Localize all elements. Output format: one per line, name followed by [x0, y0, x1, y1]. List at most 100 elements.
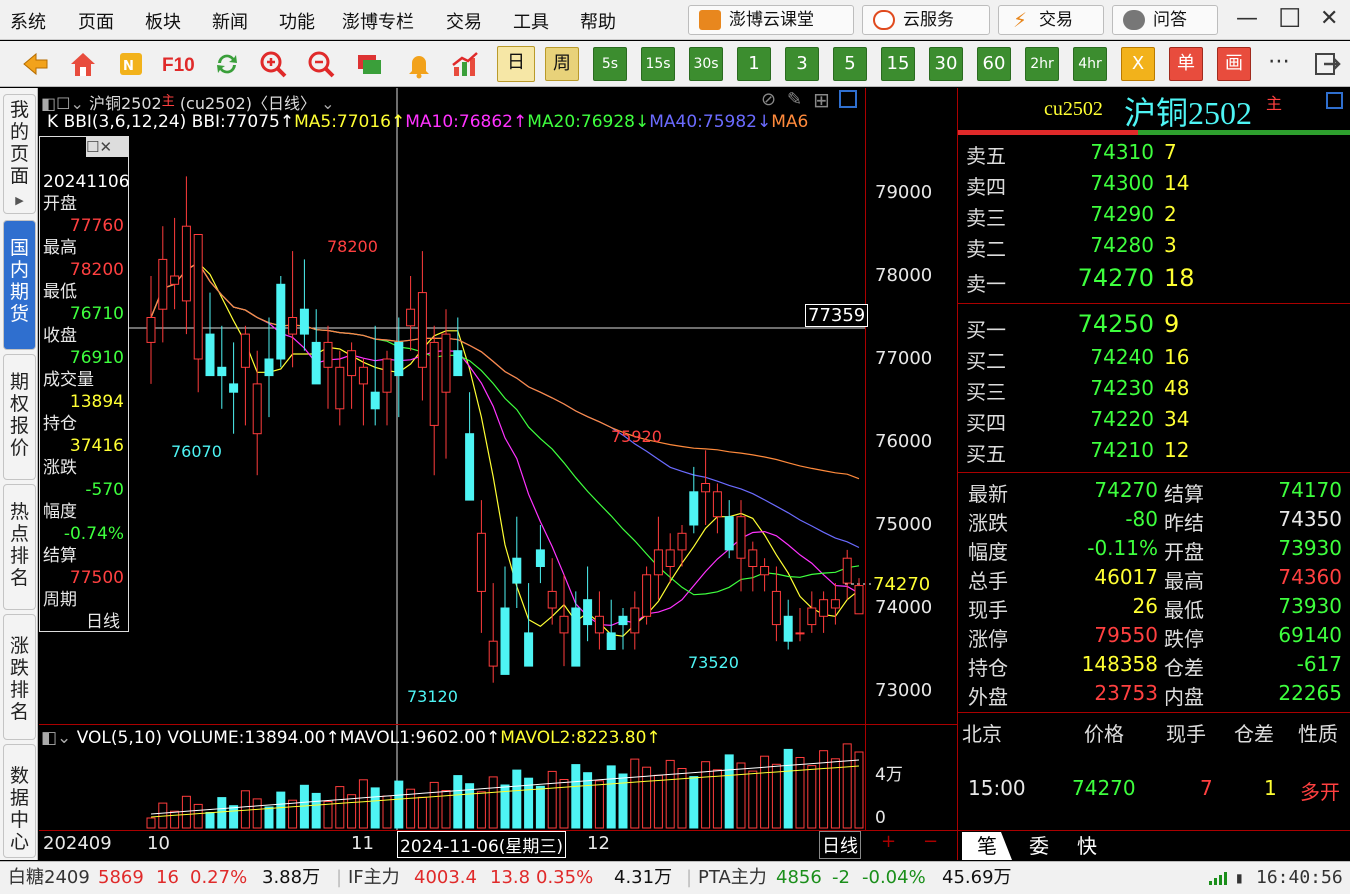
tab-orders[interactable]: 委 — [1014, 832, 1064, 860]
alert-bell-icon[interactable] — [404, 49, 434, 79]
period-day-button[interactable]: 日 — [497, 46, 535, 82]
period-30s-button[interactable]: 30s — [689, 47, 723, 81]
candle-body[interactable] — [370, 391, 380, 410]
candle-body[interactable] — [441, 333, 451, 393]
candle-body[interactable] — [465, 433, 475, 501]
pencil-icon[interactable]: ✎ — [787, 89, 802, 110]
candle-body[interactable] — [193, 234, 203, 360]
menu-system[interactable]: 系统 — [10, 8, 46, 34]
zoom-plus-icon[interactable]: + — [881, 831, 896, 852]
candle-body[interactable] — [547, 590, 557, 609]
menu-function[interactable]: 功能 — [279, 8, 315, 34]
sidebar-tab-domestic-futures[interactable]: 国内期货 — [3, 220, 36, 350]
restore-icon[interactable]: ☐ — [86, 138, 99, 156]
candle-body[interactable] — [606, 632, 616, 651]
period-60min-button[interactable]: 60 — [977, 47, 1011, 81]
nav-buttons-icon[interactable]: ◧☐⌄ — [41, 94, 84, 113]
candle-body[interactable] — [571, 607, 581, 667]
menu-news[interactable]: 新闻 — [212, 8, 248, 34]
sidebar-tab-hot-ranking[interactable]: 热点排名 — [3, 484, 36, 610]
more-icon[interactable]: ⋯ — [1268, 49, 1290, 74]
candle-body[interactable] — [323, 341, 333, 368]
menu-sector[interactable]: 板块 — [145, 8, 181, 34]
candle-body[interactable] — [677, 532, 687, 551]
candle-body[interactable] — [276, 283, 286, 360]
candle-body[interactable] — [524, 632, 534, 667]
candle-body[interactable] — [252, 383, 262, 435]
candle-body[interactable] — [535, 549, 545, 567]
grid-layout-icon[interactable]: ⊞ — [813, 88, 830, 112]
candle-body[interactable] — [819, 599, 829, 617]
maximize-icon[interactable]: ☐ — [1278, 4, 1301, 34]
f10-icon[interactable]: F10 — [162, 49, 198, 79]
candle-body[interactable] — [795, 632, 805, 635]
period-2hr-button[interactable]: 2hr — [1025, 47, 1059, 81]
trade-button[interactable]: ⚡ 交易 — [998, 5, 1104, 35]
candle-body[interactable] — [229, 383, 239, 393]
home-icon[interactable] — [68, 49, 98, 79]
single-button[interactable]: 单 — [1169, 47, 1203, 81]
candle-body[interactable] — [689, 491, 699, 526]
menu-help[interactable]: 帮助 — [580, 8, 616, 34]
period-30min-button[interactable]: 30 — [929, 47, 963, 81]
candle-body[interactable] — [712, 491, 722, 518]
menu-tools[interactable]: 工具 — [513, 8, 549, 34]
candle-body[interactable] — [347, 350, 357, 377]
period-4hr-button[interactable]: 4hr — [1073, 47, 1107, 81]
ticker-name[interactable]: 白糖2409 — [8, 862, 90, 894]
candle-body[interactable] — [181, 225, 191, 302]
draw-button[interactable]: 画 — [1217, 47, 1251, 81]
period-custom-button[interactable]: X — [1121, 47, 1155, 81]
candle-body[interactable] — [488, 640, 498, 667]
candle-body[interactable] — [299, 308, 309, 335]
tab-fast[interactable]: 快 — [1062, 832, 1112, 860]
candle-body[interactable] — [240, 333, 250, 368]
candle-body[interactable] — [500, 607, 510, 675]
candle-body[interactable] — [382, 358, 392, 393]
candle-body[interactable] — [158, 258, 168, 310]
candle-body[interactable] — [653, 549, 663, 576]
candle-body[interactable] — [311, 341, 321, 385]
candle-body[interactable] — [736, 516, 746, 559]
minimize-icon[interactable]: — — [1236, 6, 1258, 31]
zoom-minus-icon[interactable]: − — [923, 831, 938, 852]
ticker-name[interactable]: PTA主力 — [698, 862, 767, 894]
period-5min-button[interactable]: 5 — [833, 47, 867, 81]
candle-body[interactable] — [642, 574, 652, 617]
candle-body[interactable] — [724, 516, 734, 551]
candle-body[interactable] — [417, 292, 427, 368]
candle-body[interactable] — [205, 333, 215, 377]
menu-trade[interactable]: 交易 — [446, 8, 482, 34]
candle-body[interactable] — [618, 615, 628, 626]
dropdown-icon[interactable]: ⌄ — [321, 94, 334, 113]
vol-nav-icon[interactable]: ◧⌄ — [41, 728, 71, 748]
candle-body[interactable] — [335, 366, 345, 410]
period-1min-button[interactable]: 1 — [737, 47, 771, 81]
expand-icon[interactable] — [1326, 92, 1343, 109]
candle-body[interactable] — [830, 599, 840, 609]
close-icon[interactable]: ✕ — [1320, 6, 1338, 31]
candle-body[interactable] — [665, 549, 675, 567]
kline-chart-panel[interactable]: ◧☐⌄ 沪铜2502主 (cu2502)〈日线〉 ⌄ ⊘ ✎ ⊞ K BBI(3… — [39, 88, 957, 860]
pengbo-classroom-button[interactable]: 澎博云课堂 — [688, 5, 854, 35]
candle-body[interactable] — [288, 317, 298, 335]
candle-body[interactable] — [429, 341, 439, 426]
candle-body[interactable] — [217, 366, 227, 377]
candle-body[interactable] — [170, 275, 180, 285]
period-3min-button[interactable]: 3 — [785, 47, 819, 81]
info-close-icon[interactable]: ✕ — [99, 138, 112, 156]
sidebar-tab-my-page[interactable]: 我的页面 ▶ — [3, 94, 36, 214]
cloud-service-button[interactable]: 云服务 — [862, 5, 990, 35]
candle-body[interactable] — [512, 557, 522, 584]
candle-body[interactable] — [748, 549, 758, 567]
sidebar-tab-data-center[interactable]: 数据中心 — [3, 744, 36, 858]
f10-news-icon[interactable]: N — [116, 49, 146, 79]
candle-body[interactable] — [630, 607, 640, 634]
candle-body[interactable] — [842, 557, 852, 584]
candle-body[interactable] — [783, 615, 793, 642]
tab-ticks[interactable]: 笔 — [962, 832, 1012, 860]
exit-icon[interactable] — [1312, 49, 1342, 79]
menu-pengbo-column[interactable]: 澎博专栏 — [342, 8, 414, 34]
candle-body[interactable] — [146, 317, 156, 343]
candle-body[interactable] — [559, 615, 569, 634]
